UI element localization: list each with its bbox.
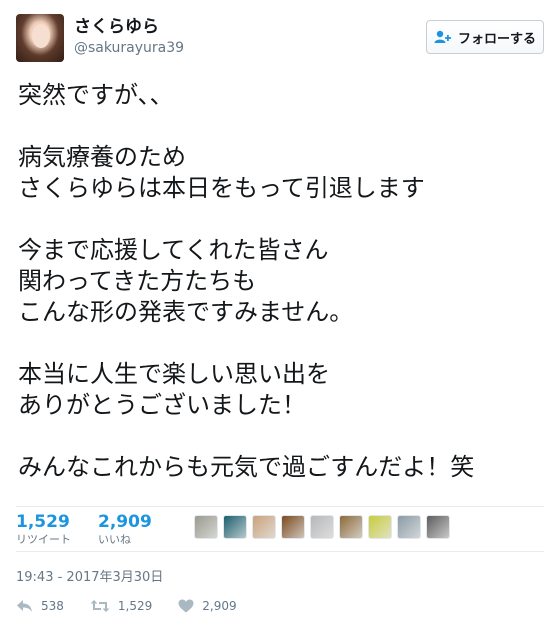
like-count: 2,909 — [98, 512, 152, 532]
tweet-text: 突然ですが、、 病気療養のため さくらゆらは本日をもって引退します 今まで応援し… — [18, 80, 548, 483]
follow-button[interactable]: フォローする — [426, 20, 544, 54]
tweet-header: さくらゆら @sakurayura39 フォローする — [16, 14, 544, 66]
liker-avatar-4[interactable] — [281, 515, 305, 539]
liker-avatar-3[interactable] — [252, 515, 276, 539]
tweet-paragraph: 今まで応援してくれた皆さん 関わってきた方たちも こんな形の発表ですみません。 — [18, 235, 548, 328]
tweet-line: 病気療養のため — [18, 143, 186, 171]
retweet-count: 1,529 — [16, 512, 70, 532]
retweet-action-count: 1,529 — [117, 599, 153, 613]
liker-avatar-9[interactable] — [426, 515, 450, 539]
screen-name[interactable]: @sakurayura39 — [74, 38, 184, 58]
tweet-paragraph: みんなこれからも元気で過ごすんだよ！笑 — [18, 452, 548, 483]
like-button[interactable]: 2,909 — [178, 599, 237, 613]
reply-icon — [17, 600, 32, 612]
reply-count: 538 — [41, 599, 64, 613]
retweet-label: リツイート — [16, 533, 71, 546]
retweet-stat[interactable]: 1,529 リツイート — [16, 511, 71, 547]
user-block[interactable]: さくらゆら @sakurayura39 — [74, 16, 184, 58]
liker-avatar-5[interactable] — [310, 515, 334, 539]
tweet-line: さくらゆらは本日をもって引退します — [18, 174, 425, 202]
tweet-line: こんな形の発表ですみません。 — [18, 298, 354, 326]
avatar-face — [32, 24, 50, 48]
like-action-count: 2,909 — [202, 599, 237, 613]
tweet-paragraph: 本当に人生で楽しい思い出を ありがとうございました！ — [18, 359, 548, 421]
reply-button[interactable]: 538 — [16, 599, 64, 613]
tweet-line: みんなこれからも元気で過ごすんだよ！笑 — [18, 453, 475, 481]
tweet-line: 今まで応援してくれた皆さん — [18, 236, 329, 264]
tweet-line: 突然ですが、、 — [18, 81, 174, 109]
tweet-actions: 538 1,529 2,909 — [16, 596, 263, 616]
avatar[interactable] — [16, 14, 64, 62]
liker-avatars — [194, 515, 455, 539]
retweet-button[interactable]: 1,529 — [90, 599, 152, 613]
liker-avatar-1[interactable] — [194, 515, 218, 539]
heart-icon — [178, 599, 194, 613]
tweet-timestamp[interactable]: 19:43 - 2017年3月30日 — [16, 566, 163, 585]
display-name[interactable]: さくらゆら — [74, 16, 184, 38]
tweet-stats: 1,529 リツイート 2,909 いいね — [16, 506, 544, 552]
tweet-paragraph: 突然ですが、、 — [18, 80, 548, 111]
tweet-paragraph: 病気療養のため さくらゆらは本日をもって引退します — [18, 142, 548, 204]
liker-avatar-2[interactable] — [223, 515, 247, 539]
like-label: いいね — [98, 533, 131, 546]
liker-avatar-7[interactable] — [368, 515, 392, 539]
tweet-line: ありがとうございました！ — [18, 391, 306, 419]
like-stat[interactable]: 2,909 いいね — [98, 511, 152, 547]
follow-user-plus-icon — [434, 30, 451, 43]
liker-avatar-8[interactable] — [397, 515, 421, 539]
tweet-line: 本当に人生で楽しい思い出を — [18, 360, 330, 388]
liker-avatar-6[interactable] — [339, 515, 363, 539]
tweet-line: 関わってきた方たちも — [18, 267, 257, 295]
retweet-icon — [90, 600, 110, 612]
follow-button-label: フォローする — [457, 31, 536, 47]
